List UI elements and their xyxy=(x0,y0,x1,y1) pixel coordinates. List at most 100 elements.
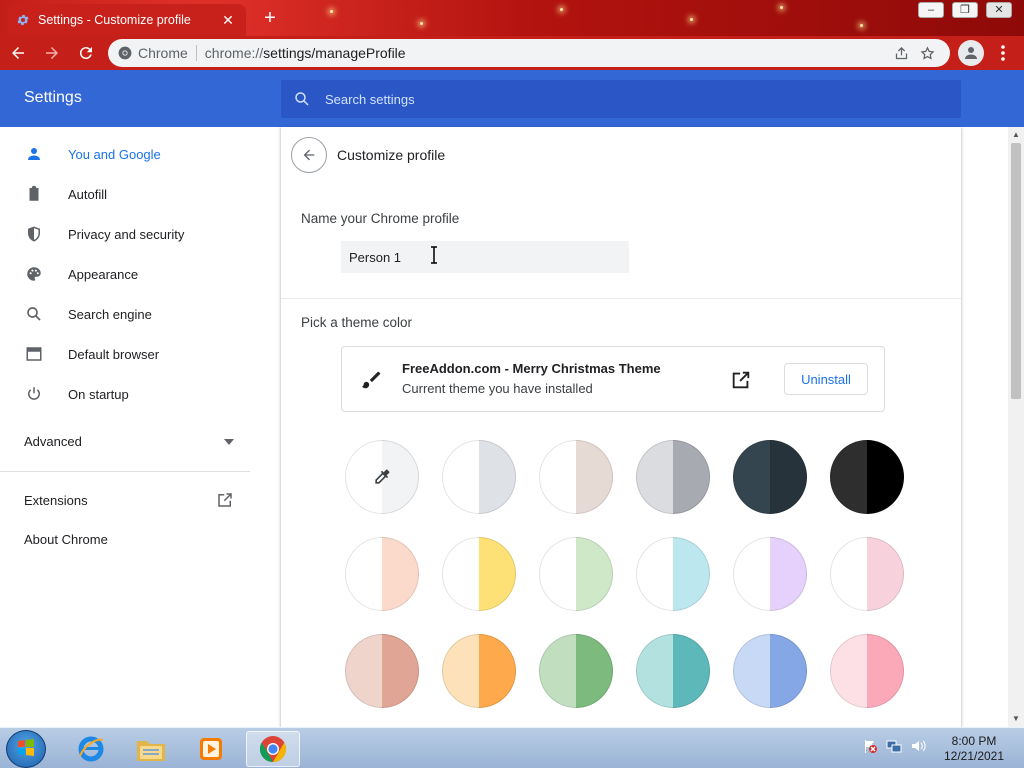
scroll-down-arrow-icon[interactable]: ▼ xyxy=(1012,715,1020,723)
theme-color-swatch[interactable] xyxy=(830,634,904,708)
swatch-ring xyxy=(733,440,807,514)
theme-color-swatch[interactable] xyxy=(733,634,807,708)
decor-sparkle xyxy=(330,10,333,13)
extensions-label: Extensions xyxy=(24,492,88,508)
sidebar-item-search-engine[interactable]: Search engine xyxy=(0,294,250,334)
sidebar-item-you-and-google[interactable]: You and Google xyxy=(0,134,250,174)
window-controls: – ❐ ✕ xyxy=(918,2,1012,18)
decor-sparkle xyxy=(780,6,783,9)
sidebar-item-default-browser[interactable]: Default browser xyxy=(0,334,250,374)
action-center-flag-icon[interactable] xyxy=(862,738,878,754)
scroll-thumb[interactable] xyxy=(1011,143,1021,399)
theme-subtitle: Current theme you have installed xyxy=(402,381,593,396)
arrow-left-icon xyxy=(12,47,24,59)
browser-menu-button[interactable] xyxy=(992,40,1014,66)
folder-icon xyxy=(137,741,165,761)
person-icon xyxy=(24,144,44,164)
advanced-label: Advanced xyxy=(24,434,82,449)
about-chrome-label: About Chrome xyxy=(24,532,108,547)
sidebar-item-autofill[interactable]: Autofill xyxy=(0,174,250,214)
open-in-new-icon[interactable] xyxy=(730,369,752,391)
theme-color-swatch[interactable] xyxy=(539,537,613,611)
clock-time: 8:00 PM xyxy=(951,734,997,748)
taskbar-clock[interactable]: 8:00 PM 12/21/2021 xyxy=(938,734,1010,764)
start-button[interactable] xyxy=(6,730,46,768)
theme-color-swatch[interactable] xyxy=(636,440,710,514)
back-button[interactable] xyxy=(291,137,327,173)
custom-color-swatch[interactable] xyxy=(345,440,419,514)
minimize-button[interactable]: – xyxy=(918,2,944,18)
forward-nav-button[interactable] xyxy=(36,39,68,67)
settings-title: Settings xyxy=(24,89,82,106)
swatch-ring xyxy=(442,537,516,611)
taskbar-chrome-button[interactable] xyxy=(246,731,300,767)
sidebar-item-privacy[interactable]: Privacy and security xyxy=(0,214,250,254)
swatch-ring xyxy=(539,634,613,708)
omnibox-separator xyxy=(195,45,197,61)
sidebar-item-extensions[interactable]: Extensions xyxy=(24,491,234,509)
volume-icon[interactable] xyxy=(910,738,926,754)
internet-explorer-icon xyxy=(78,736,104,762)
page-scrollbar[interactable]: ▲ ▼ xyxy=(1008,127,1024,727)
tab-close-icon[interactable]: ✕ xyxy=(218,10,238,30)
url-text[interactable]: chrome://settings/manageProfile xyxy=(205,45,888,61)
browser-window-icon xyxy=(24,344,44,364)
taskbar-explorer-button[interactable] xyxy=(124,731,178,767)
theme-color-swatch[interactable] xyxy=(442,634,516,708)
theme-color-swatch[interactable] xyxy=(733,440,807,514)
shield-icon xyxy=(24,224,44,244)
theme-color-swatch[interactable] xyxy=(539,634,613,708)
theme-color-swatch[interactable] xyxy=(636,537,710,611)
theme-color-section-label: Pick a theme color xyxy=(301,315,413,330)
sidebar-item-on-startup[interactable]: On startup xyxy=(0,374,250,414)
sidebar-item-about-chrome[interactable]: About Chrome xyxy=(24,532,234,547)
uninstall-theme-button[interactable]: Uninstall xyxy=(784,363,868,395)
decor-sparkle xyxy=(420,22,423,25)
browser-toolbar: Chrome chrome://settings/manageProfile xyxy=(0,36,1024,70)
network-icon[interactable] xyxy=(886,738,902,754)
theme-color-swatch[interactable] xyxy=(345,634,419,708)
windows-logo-icon xyxy=(18,739,34,756)
star-icon xyxy=(920,45,934,60)
swatch-ring xyxy=(539,440,613,514)
taskbar-ie-button[interactable] xyxy=(64,731,118,767)
close-window-button[interactable]: ✕ xyxy=(986,2,1012,18)
text-cursor-icon xyxy=(431,246,437,264)
share-button[interactable] xyxy=(888,40,914,66)
search-input[interactable] xyxy=(323,90,949,108)
theme-color-swatch[interactable] xyxy=(539,440,613,514)
sidebar-item-appearance[interactable]: Appearance xyxy=(0,254,250,294)
decor-sparkle xyxy=(690,18,693,21)
arrow-left-icon xyxy=(303,149,315,161)
decor-sparkle xyxy=(860,24,863,27)
swatch-ring xyxy=(830,440,904,514)
reload-button[interactable] xyxy=(70,39,102,67)
tab-settings[interactable]: Settings - Customize profile ✕ xyxy=(8,4,246,36)
theme-color-swatch[interactable] xyxy=(830,537,904,611)
address-bar[interactable]: Chrome chrome://settings/manageProfile xyxy=(108,39,950,67)
site-chip-label: Chrome xyxy=(138,45,188,61)
media-player-icon xyxy=(200,738,222,760)
taskbar-media-player-button[interactable] xyxy=(184,731,238,767)
profile-name-input[interactable] xyxy=(341,241,629,273)
profile-avatar-button[interactable] xyxy=(958,40,984,66)
bookmark-star-button[interactable] xyxy=(914,40,940,66)
scroll-up-arrow-icon[interactable]: ▲ xyxy=(1012,131,1020,139)
open-in-new-icon xyxy=(218,493,232,507)
theme-color-swatch[interactable] xyxy=(733,537,807,611)
restore-button[interactable]: ❐ xyxy=(952,2,978,18)
sidebar-advanced-toggle[interactable]: Advanced xyxy=(24,434,234,449)
new-tab-button[interactable]: + xyxy=(258,6,282,30)
swatch-ring xyxy=(345,537,419,611)
back-nav-button[interactable] xyxy=(2,39,34,67)
swatch-ring xyxy=(733,634,807,708)
sidebar-item-label: You and Google xyxy=(68,146,161,162)
theme-color-swatch[interactable] xyxy=(345,537,419,611)
theme-color-swatch[interactable] xyxy=(442,537,516,611)
theme-color-swatch[interactable] xyxy=(830,440,904,514)
settings-search[interactable] xyxy=(281,80,961,118)
swatch-ring xyxy=(636,537,710,611)
swatch-ring xyxy=(539,537,613,611)
theme-color-swatch[interactable] xyxy=(442,440,516,514)
theme-color-swatch[interactable] xyxy=(636,634,710,708)
